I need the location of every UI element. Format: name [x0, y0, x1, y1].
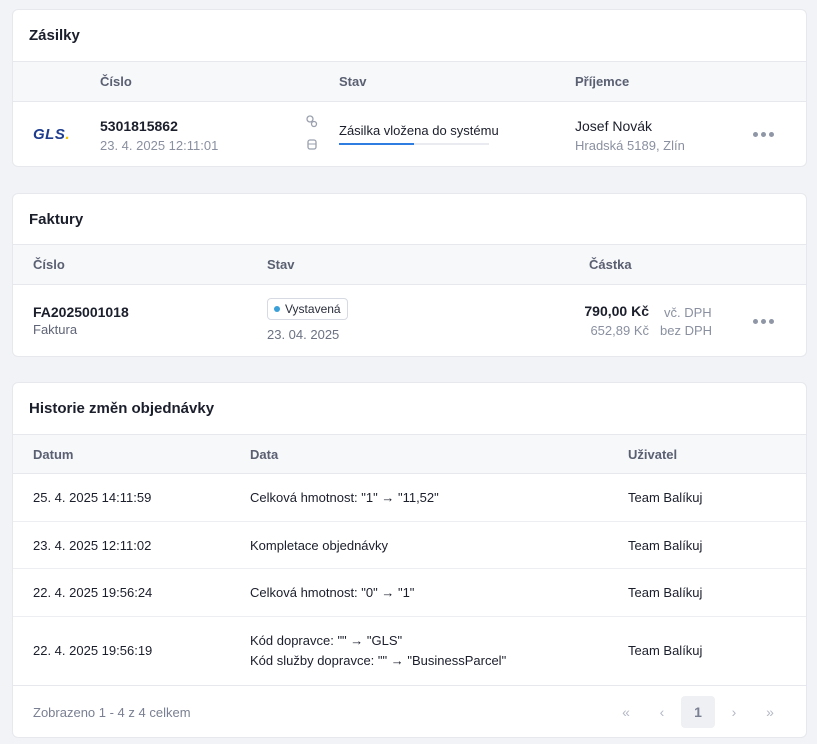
- col-number: Číslo: [100, 74, 132, 89]
- history-data-line: Kompletace objednávky: [250, 537, 389, 553]
- package-icon: [306, 115, 318, 132]
- history-data-line: Celková hmotnost: "1" → "11,52": [250, 490, 439, 505]
- table-row: 23. 4. 2025 12:11:02 Kompletace objednávk…: [13, 522, 806, 569]
- history-date: 22. 4. 2025 19:56:24: [33, 585, 153, 600]
- history-date: 23. 4. 2025 12:11:02: [33, 537, 152, 553]
- shipments-table-header: Číslo Stav Příjemce: [13, 61, 806, 102]
- col-number: Číslo: [33, 257, 65, 272]
- recipient-name: Josef Novák: [575, 118, 653, 134]
- table-row: 22. 4. 2025 19:56:19 Kód dopravce: "" → "…: [13, 617, 806, 685]
- invoices-card: Faktury Číslo Stav Částka FA2025001018 F…: [12, 193, 807, 357]
- invoices-title: Faktury: [29, 210, 84, 228]
- invoice-row[interactable]: FA2025001018 Faktura Vystavená 23. 04. 2…: [13, 285, 806, 356]
- col-status: Stav: [267, 257, 295, 272]
- history-table-header: Datum Data Uživatel: [13, 434, 806, 474]
- invoice-status: Vystavená: [285, 302, 341, 316]
- shipment-row[interactable]: GLS. 5301815862 23. 4. 2025 12:11:01 Zás…: [13, 102, 806, 166]
- prev-page-button[interactable]: ‹: [645, 696, 679, 728]
- history-footer: Zobrazeno 1 - 4 z 4 celkem « ‹ 1 › »: [13, 685, 806, 737]
- history-data-line: Kód služby dopravce: "" → "BusinessParce…: [250, 653, 507, 668]
- amount-with-vat: 790,00 Kč: [584, 303, 649, 319]
- col-status: Stav: [339, 74, 367, 89]
- scale-icon: [306, 137, 318, 154]
- history-data-line: Kód dopravce: "" → "GLS": [250, 633, 403, 648]
- shipments-title: Zásilky: [29, 27, 80, 44]
- invoice-status-badge: Vystavená: [267, 298, 348, 320]
- history-user: Team Balíkuj: [628, 585, 703, 600]
- last-page-button[interactable]: »: [753, 696, 787, 728]
- history-card: Historie změn objednávky Datum Data Uživ…: [12, 382, 807, 738]
- col-amount: Částka: [589, 257, 632, 272]
- page-1-button[interactable]: 1: [681, 696, 715, 728]
- gls-logo: GLS.: [33, 126, 71, 143]
- table-row: 22. 4. 2025 19:56:24 Celková hmotnost: "0…: [13, 569, 806, 617]
- recipient-address: Hradská 5189, Zlín: [575, 138, 685, 153]
- shipment-date: 23. 4. 2025 12:11:01: [100, 138, 219, 153]
- history-user: Team Balíkuj: [628, 490, 703, 505]
- shipments-card: Zásilky Číslo Stav Příjemce GLS. 5301815…: [12, 9, 807, 167]
- shipment-status: Zásilka vložena do systému: [339, 123, 499, 138]
- col-recipient: Příjemce: [575, 74, 630, 89]
- history-rows: 25. 4. 2025 14:11:59 Celková hmotnost: "1…: [13, 474, 806, 685]
- with-vat-label: vč. DPH: [664, 305, 712, 320]
- more-options-icon[interactable]: [753, 132, 774, 137]
- history-title: Historie změn objednávky: [29, 400, 215, 417]
- first-page-button[interactable]: «: [609, 696, 643, 728]
- invoice-type: Faktura: [33, 322, 78, 337]
- history-count: Zobrazeno 1 - 4 z 4 celkem: [33, 705, 191, 720]
- invoices-table-header: Číslo Stav Částka: [13, 244, 806, 285]
- next-page-button[interactable]: ›: [717, 696, 751, 728]
- history-data-line: Celková hmotnost: "0" → "1": [250, 585, 415, 600]
- shipment-number[interactable]: 5301815862: [100, 118, 178, 134]
- col-date: Datum: [33, 447, 74, 462]
- table-row: 25. 4. 2025 14:11:59 Celková hmotnost: "1…: [13, 474, 806, 522]
- more-options-icon[interactable]: [753, 319, 774, 324]
- history-user: Team Balíkuj: [628, 643, 703, 658]
- col-user: Uživatel: [628, 447, 678, 462]
- history-user: Team Balíkuj: [628, 537, 703, 553]
- invoice-number[interactable]: FA2025001018: [33, 304, 129, 320]
- history-date: 25. 4. 2025 14:11:59: [33, 490, 152, 505]
- shipment-progress-fill: [339, 143, 414, 145]
- status-dot-icon: [274, 306, 280, 312]
- history-date: 22. 4. 2025 19:56:19: [33, 643, 153, 658]
- without-vat-label: bez DPH: [660, 323, 713, 338]
- amount-without-vat: 652,89 Kč: [590, 323, 649, 338]
- shipment-progress: [339, 143, 489, 145]
- invoice-date: 23. 04. 2025: [267, 327, 340, 342]
- col-data: Data: [250, 447, 279, 462]
